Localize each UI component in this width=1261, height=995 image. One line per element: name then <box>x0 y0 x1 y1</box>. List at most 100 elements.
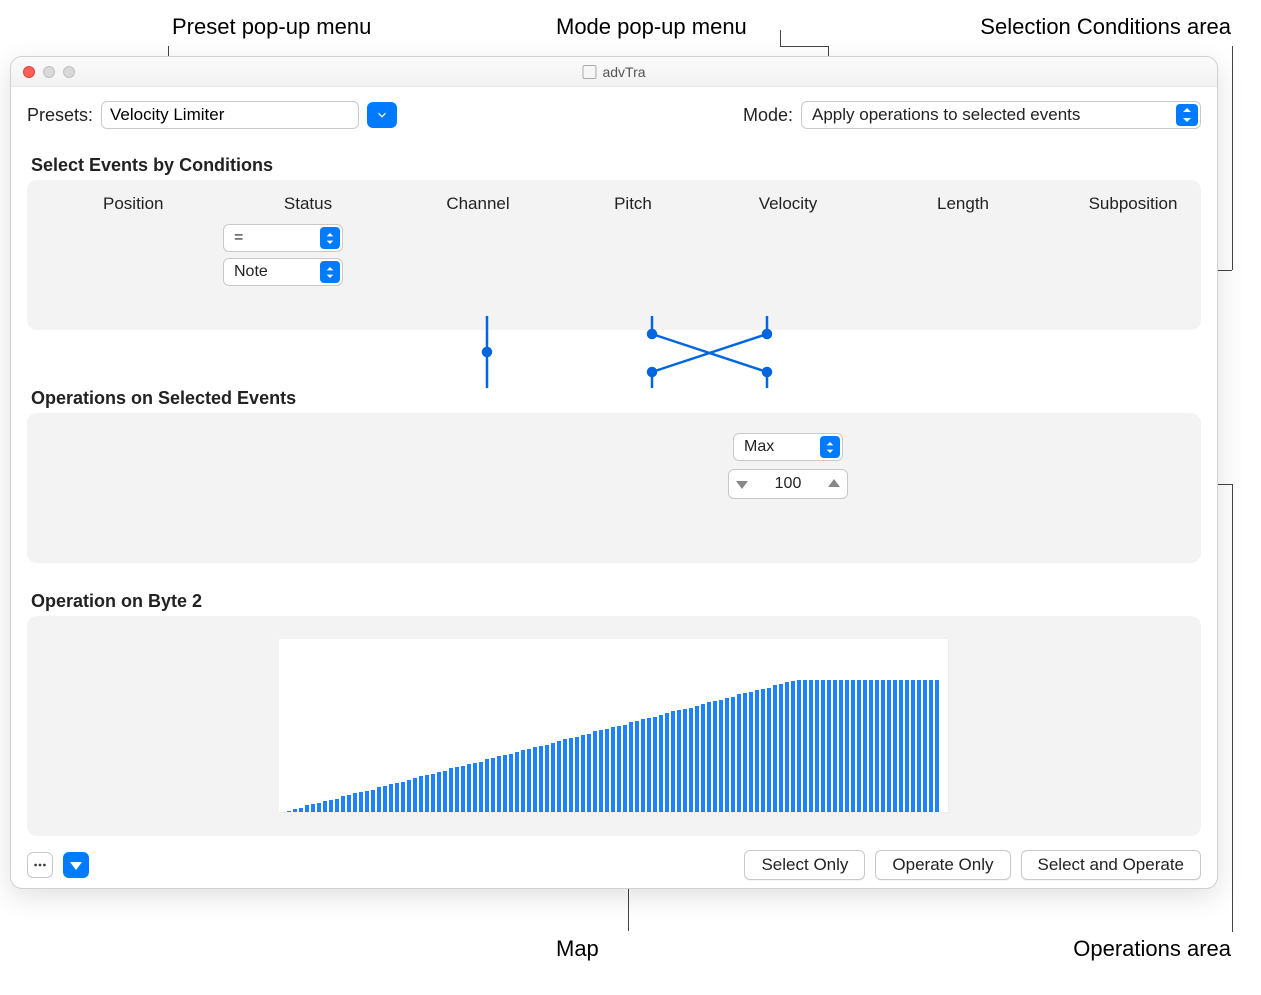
map-bar <box>527 749 531 812</box>
col-header-velocity: Velocity <box>703 194 873 214</box>
map-bar <box>893 680 897 812</box>
map-bar <box>371 790 375 812</box>
close-button[interactable] <box>23 66 35 78</box>
byte2-map[interactable] <box>279 639 949 813</box>
conditions-header-row: Position Status Channel Pitch Velocity L… <box>43 194 1185 214</box>
col-header-pitch: Pitch <box>563 194 703 214</box>
map-bar <box>689 708 693 813</box>
map-bar <box>425 775 429 812</box>
popup-arrows-icon <box>820 436 840 458</box>
map-bar <box>761 689 765 812</box>
map-bar <box>557 741 561 812</box>
map-bar <box>695 706 699 812</box>
map-bar <box>881 680 885 812</box>
map-bar <box>809 680 813 812</box>
map-bar <box>911 680 915 812</box>
velocity-operation-popup[interactable]: Max <box>733 433 843 461</box>
map-bar <box>443 771 447 812</box>
map-bar <box>455 767 459 812</box>
map-bar <box>377 787 381 812</box>
stepper-increment[interactable] <box>821 470 847 498</box>
status-operator-popup[interactable]: = <box>223 224 343 252</box>
map-bar <box>635 721 639 812</box>
map-bar <box>587 734 591 812</box>
map-bar <box>347 795 351 812</box>
map-bar <box>713 701 717 812</box>
status-value: Note <box>234 263 268 281</box>
map-bar <box>401 782 405 812</box>
map-bar <box>869 680 873 812</box>
map-bar <box>875 680 879 812</box>
map-bar <box>317 803 321 812</box>
map-bar <box>497 756 501 812</box>
map-bar <box>725 698 729 812</box>
map-bar <box>389 784 393 812</box>
map-bar <box>323 801 327 812</box>
map-bar <box>491 758 495 812</box>
select-only-button[interactable]: Select Only <box>744 850 865 880</box>
map-bar <box>641 719 645 812</box>
callout-line <box>780 30 781 46</box>
map-bar <box>797 680 801 812</box>
map-bar <box>419 776 423 812</box>
map-bar <box>335 799 339 812</box>
preset-name-field[interactable] <box>101 101 359 129</box>
map-bar <box>749 692 753 812</box>
map-bar <box>935 680 939 812</box>
conditions-body: = Note <box>43 224 1185 286</box>
actions-popup-button[interactable] <box>63 852 89 878</box>
select-and-operate-button[interactable]: Select and Operate <box>1021 850 1201 880</box>
map-bar <box>503 755 507 812</box>
map-bar <box>293 809 297 812</box>
velocity-value: 100 <box>775 475 802 493</box>
callout-line <box>1232 484 1233 932</box>
minimize-button[interactable] <box>43 66 55 78</box>
actions-menu-button[interactable] <box>27 852 53 878</box>
map-bar <box>857 680 861 812</box>
map-bar <box>611 727 615 812</box>
chevron-icon <box>375 108 389 122</box>
map-bar <box>449 768 453 812</box>
ellipsis-icon <box>33 858 47 872</box>
status-value-popup[interactable]: Note <box>223 258 343 286</box>
callout-label: Operations area <box>1073 936 1231 962</box>
map-bar <box>719 700 723 812</box>
routing-diagram <box>477 316 777 402</box>
map-bar <box>629 722 633 812</box>
map-bar <box>773 685 777 812</box>
zoom-button[interactable] <box>63 66 75 78</box>
map-bar <box>599 730 603 812</box>
presets-label: Presets: <box>27 105 93 126</box>
map-bar <box>569 738 573 812</box>
map-bar <box>887 680 891 812</box>
map-bar <box>383 786 387 812</box>
map-bar <box>341 796 345 812</box>
map-bar <box>653 717 657 812</box>
map-bar <box>833 680 837 812</box>
map-bar <box>467 764 471 812</box>
transform-window: advTra Presets: Mode: Apply operations t… <box>10 56 1218 889</box>
byte2-section-title: Operation on Byte 2 <box>31 591 1201 612</box>
map-bar <box>617 726 621 812</box>
popup-arrows-icon <box>320 261 340 283</box>
callout-line <box>1232 46 1233 270</box>
preset-popup-button[interactable] <box>367 102 397 128</box>
map-bar <box>539 746 543 812</box>
callout-label: Preset pop-up menu <box>172 14 371 40</box>
map-bar <box>671 711 675 812</box>
popup-arrows-icon <box>1176 104 1198 126</box>
map-bar <box>701 704 705 812</box>
mode-popup[interactable]: Apply operations to selected events <box>801 101 1201 129</box>
map-bar <box>929 680 933 812</box>
callout-label: Mode pop-up menu <box>556 14 747 40</box>
map-bar <box>899 680 903 812</box>
velocity-value-stepper[interactable]: 100 <box>728 469 848 499</box>
map-bar <box>437 772 441 812</box>
operate-only-button[interactable]: Operate Only <box>875 850 1010 880</box>
map-bar <box>533 747 537 812</box>
stepper-decrement[interactable] <box>729 470 755 498</box>
map-bar <box>803 680 807 812</box>
map-bar <box>731 697 735 812</box>
mode-label: Mode: <box>743 105 793 126</box>
velocity-op-value: Max <box>744 438 774 456</box>
